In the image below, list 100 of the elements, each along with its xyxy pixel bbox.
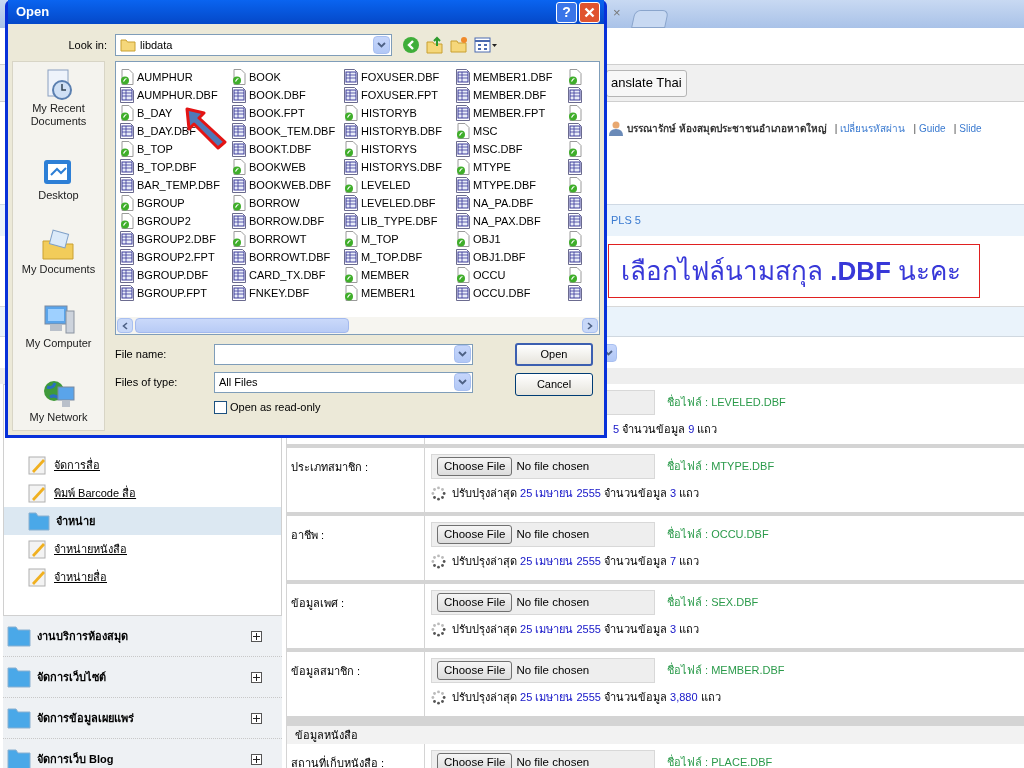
sidebar-item[interactable]: จัดการสื่อ	[4, 451, 281, 479]
expand-toggle-icon[interactable]	[251, 753, 262, 765]
places-bar-item[interactable]: My Documents	[21, 263, 96, 276]
scroll-right-icon[interactable]	[582, 318, 598, 333]
file-item[interactable]: MSC	[456, 122, 568, 140]
file-item[interactable]: OCCU.DBF	[456, 284, 568, 302]
file-item[interactable]: BORROWT.DBF	[232, 248, 344, 266]
sidebar-section[interactable]: จัดการข้อมูลเผยแพร่	[3, 698, 282, 739]
places-bar-item[interactable]: My Recent Documents	[13, 102, 104, 128]
file-item[interactable]: BGROUP2	[120, 212, 232, 230]
file-item[interactable]: MEMBER1	[344, 284, 456, 302]
file-item[interactable]: BGROUP2.FPT	[120, 248, 232, 266]
file-item[interactable]: MEMBER.FPT	[456, 104, 568, 122]
file-item[interactable]: BGROUP2.DBF	[120, 230, 232, 248]
file-item[interactable]: CARD_TX.DBF	[232, 266, 344, 284]
file-item[interactable]: MTYPE.DBF	[456, 176, 568, 194]
file-item[interactable]: BGROUP	[120, 194, 232, 212]
file-item[interactable]: B_TOP	[120, 140, 232, 158]
file-item[interactable]: BORROW.DBF	[232, 212, 344, 230]
file-input[interactable]: Choose File No file chosen	[431, 590, 655, 615]
file-item[interactable]: BOOK.FPT	[232, 104, 344, 122]
file-item[interactable]: LIB_TYPE.DBF	[344, 212, 456, 230]
file-item[interactable]: MEMBER	[344, 266, 456, 284]
places-bar-item[interactable]: My Computer	[25, 337, 92, 350]
file-item[interactable]: B_DAY.DBF	[120, 122, 232, 140]
sidebar-item[interactable]: จำหน่าย	[4, 507, 281, 535]
expand-toggle-icon[interactable]	[251, 630, 262, 642]
file-item[interactable]: NA_PA.DBF	[456, 194, 568, 212]
sidebar-item[interactable]: จำหน่ายสื่อ	[4, 563, 281, 591]
look-in-dropdown[interactable]: libdata	[115, 34, 392, 56]
sidebar-section[interactable]: งานบริการห้องสมุด	[3, 616, 282, 657]
file-item[interactable]: LEVELED.DBF	[344, 194, 456, 212]
file-item[interactable]: AUMPHUR	[120, 68, 232, 86]
cancel-button[interactable]: Cancel	[515, 373, 593, 396]
file-item[interactable]: BOOKWEB	[232, 158, 344, 176]
sidebar-item[interactable]: จำหน่ายหนังสือ	[4, 535, 281, 563]
computer-icon[interactable]	[41, 303, 76, 337]
file-item[interactable]: OBJ1	[456, 230, 568, 248]
file-item[interactable]: LEVELED	[344, 176, 456, 194]
file-item[interactable]: HISTORYS	[344, 140, 456, 158]
horizontal-scrollbar[interactable]	[116, 317, 599, 334]
file-name-field[interactable]	[214, 343, 473, 365]
file-item[interactable]: BOOK	[232, 68, 344, 86]
places-bar-item[interactable]: Desktop	[38, 189, 79, 202]
file-item[interactable]: MSC.DBF	[456, 140, 568, 158]
choose-file-button[interactable]: Choose File	[437, 661, 513, 680]
file-item[interactable]: B_DAY	[120, 104, 232, 122]
file-item[interactable]: AUMPHUR.DBF	[120, 86, 232, 104]
file-item[interactable]: M_TOP	[344, 230, 456, 248]
file-item[interactable]: BORROWT	[232, 230, 344, 248]
file-input[interactable]: Choose File No file chosen	[431, 750, 655, 768]
file-item[interactable]: BOOKT.DBF	[232, 140, 344, 158]
file-item[interactable]: BORROW	[232, 194, 344, 212]
file-item[interactable]: HISTORYS.DBF	[344, 158, 456, 176]
file-item[interactable]: NA_PAX.DBF	[456, 212, 568, 230]
file-item[interactable]: BOOK_TEM.DBF	[232, 122, 344, 140]
file-item[interactable]: BOOK.DBF	[232, 86, 344, 104]
file-item[interactable]: OCCU	[456, 266, 568, 284]
back-icon[interactable]	[402, 36, 420, 54]
header-link[interactable]: Guide	[919, 120, 946, 136]
file-item[interactable]: FNKEY.DBF	[232, 284, 344, 302]
help-button[interactable]: ?	[556, 1, 577, 23]
choose-file-button[interactable]: Choose File	[437, 457, 513, 476]
file-item[interactable]: HISTORYB	[344, 104, 456, 122]
choose-file-button[interactable]: Choose File	[437, 525, 513, 544]
scroll-left-icon[interactable]	[117, 318, 133, 333]
file-input[interactable]: Choose File No file chosen	[431, 522, 655, 547]
file-input[interactable]: Choose File No file chosen	[431, 454, 655, 479]
file-item[interactable]: BGROUP.FPT	[120, 284, 232, 302]
scrollbar-thumb[interactable]	[135, 318, 349, 333]
file-item[interactable]: MEMBER1.DBF	[456, 68, 568, 86]
sidebar-section[interactable]: จัดการเว็บไซต์	[3, 657, 282, 698]
close-button[interactable]	[579, 1, 600, 23]
translate-button[interactable]: anslate Thai	[606, 69, 687, 97]
sidebar-section[interactable]: จัดการเว็บ Blog	[3, 739, 282, 768]
up-folder-icon[interactable]	[426, 36, 444, 54]
file-item[interactable]: OBJ1.DBF	[456, 248, 568, 266]
file-item[interactable]: BAR_TEMP.DBF	[120, 176, 232, 194]
choose-file-button[interactable]: Choose File	[437, 593, 513, 612]
file-input[interactable]: Choose File No file chosen	[431, 658, 655, 683]
open-button[interactable]: Open	[515, 343, 593, 366]
choose-file-button[interactable]: Choose File	[437, 753, 513, 768]
view-menu-icon[interactable]	[474, 37, 498, 53]
files-of-type-dropdown[interactable]: All Files	[214, 371, 473, 393]
file-item[interactable]: FOXUSER.DBF	[344, 68, 456, 86]
file-item[interactable]: M_TOP.DBF	[344, 248, 456, 266]
expand-toggle-icon[interactable]	[251, 671, 262, 683]
file-item[interactable]: MTYPE	[456, 158, 568, 176]
header-link[interactable]: Slide	[959, 120, 982, 136]
expand-toggle-icon[interactable]	[251, 712, 262, 724]
file-item[interactable]: BOOKWEB.DBF	[232, 176, 344, 194]
read-only-checkbox[interactable]	[214, 400, 227, 414]
sidebar-item[interactable]: พิมพ์ Barcode สื่อ	[4, 479, 281, 507]
places-bar-item[interactable]: My Network	[29, 411, 88, 424]
header-link[interactable]: เปลี่ยนรหัสผ่าน	[840, 120, 906, 136]
file-item[interactable]: MEMBER.DBF	[456, 86, 568, 104]
file-item[interactable]: HISTORYB.DBF	[344, 122, 456, 140]
file-item[interactable]: FOXUSER.FPT	[344, 86, 456, 104]
file-item[interactable]: B_TOP.DBF	[120, 158, 232, 176]
file-item[interactable]: BGROUP.DBF	[120, 266, 232, 284]
